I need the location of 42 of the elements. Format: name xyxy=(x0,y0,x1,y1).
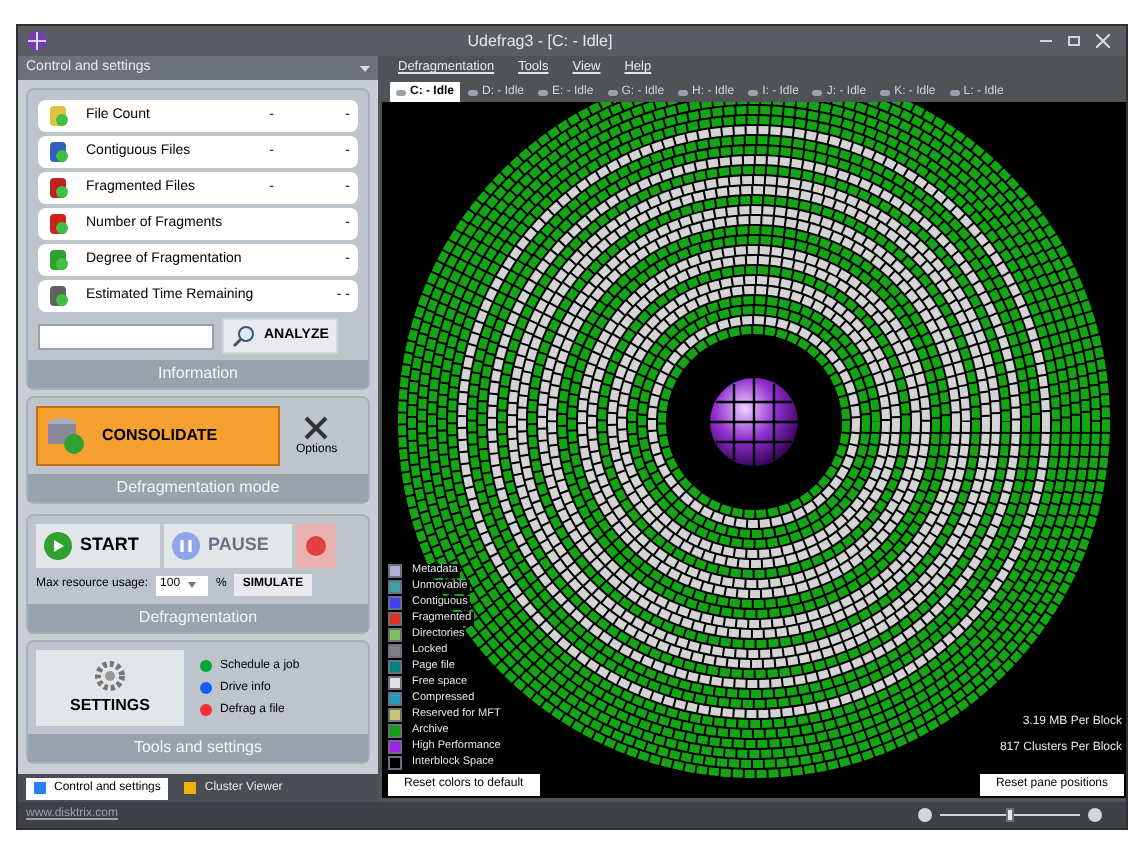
group-caption: Defragmentation xyxy=(28,604,368,632)
close-icon[interactable] xyxy=(1096,34,1110,48)
stat-icon xyxy=(46,212,70,236)
app-icon xyxy=(26,30,48,52)
stat-icon xyxy=(46,176,70,200)
zoom-out-icon[interactable] xyxy=(918,808,932,822)
consolidate-button[interactable]: CONSOLIDATE xyxy=(36,406,280,466)
settings-button[interactable]: SETTINGS xyxy=(36,650,184,726)
zoom-slider-thumb[interactable] xyxy=(1006,808,1014,822)
drive-icon xyxy=(538,89,549,95)
stat-icon xyxy=(46,248,70,272)
pause-button[interactable]: PAUSE xyxy=(164,524,292,568)
stop-icon xyxy=(304,534,328,558)
tab-icon xyxy=(184,782,197,794)
stat-icon xyxy=(46,104,70,128)
start-button[interactable]: START xyxy=(36,524,160,568)
dropdown-icon xyxy=(188,582,197,588)
analyze-field[interactable] xyxy=(38,323,214,349)
group-caption: Information xyxy=(28,360,368,388)
database-icon xyxy=(46,416,86,456)
drive-icon xyxy=(678,89,689,95)
maximize-icon[interactable] xyxy=(1068,36,1080,46)
play-icon xyxy=(44,532,72,560)
window-title: Udefrag3 - [C: - Idle] xyxy=(465,29,615,53)
drive-icon xyxy=(949,89,960,95)
stop-button[interactable] xyxy=(296,524,336,568)
stat-icon xyxy=(46,140,70,164)
drive-icon xyxy=(812,89,823,95)
drive-icon xyxy=(880,89,891,95)
search-icon xyxy=(232,324,256,348)
drive-icon xyxy=(748,89,759,95)
pause-icon xyxy=(172,532,200,560)
group-caption: Defragmentation mode xyxy=(28,474,368,502)
drive-icon xyxy=(607,89,618,95)
zoom-in-icon[interactable] xyxy=(1088,808,1102,822)
group-caption: Tools and settings xyxy=(28,734,368,762)
drive-icon xyxy=(396,89,406,95)
drive-icon xyxy=(468,89,478,95)
gear-icon xyxy=(92,658,128,694)
tab-icon xyxy=(34,782,46,794)
dropdown-icon[interactable] xyxy=(360,65,370,71)
stat-icon xyxy=(46,284,70,308)
